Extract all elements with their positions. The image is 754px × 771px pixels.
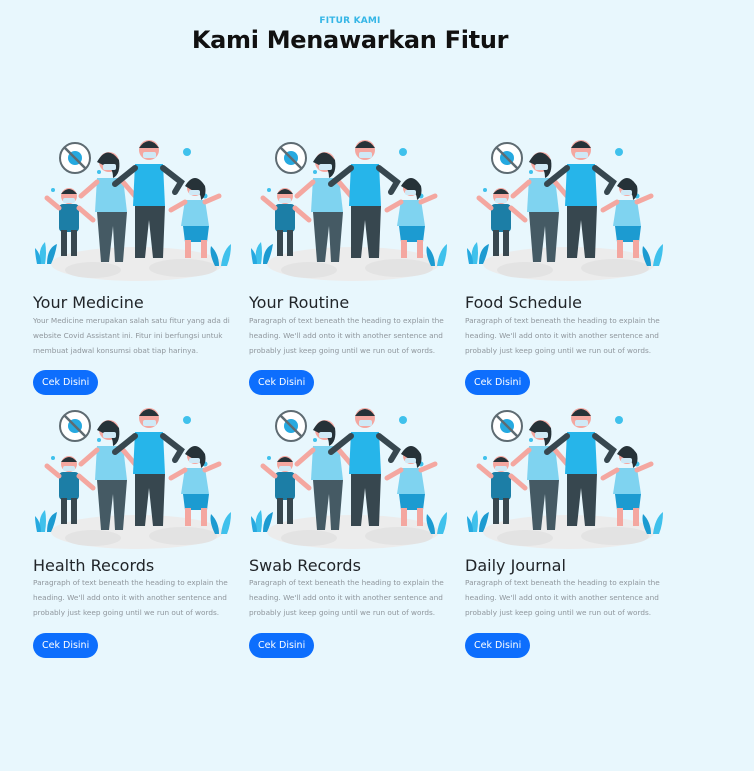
cek-disini-button[interactable]: Cek Disini	[249, 633, 315, 658]
cek-disini-button[interactable]: Cek Disini	[465, 633, 531, 658]
section-heading: Kami Menawarkan Fitur	[191, 26, 509, 54]
section-eyebrow: FITUR KAMI	[319, 16, 381, 26]
feature-card: Health Records Paragraph of text beneath…	[33, 408, 243, 658]
card-description: Paragraph of text beneath the heading to…	[33, 578, 228, 617]
card-description: Paragraph of text beneath the heading to…	[249, 316, 444, 355]
feature-card: Daily Journal Paragraph of text beneath …	[465, 408, 675, 658]
card-title: Swab Records	[249, 556, 361, 575]
cek-disini-button[interactable]: Cek Disini	[33, 633, 99, 658]
family-masks-illustration	[33, 140, 241, 288]
feature-card: Swab Records Paragraph of text beneath t…	[249, 408, 459, 658]
card-title: Your Routine	[249, 293, 350, 312]
card-title: Food Schedule	[465, 293, 582, 312]
cek-disini-button[interactable]: Cek Disini	[465, 370, 531, 395]
card-title: Your Medicine	[33, 293, 144, 312]
feature-card: Your Routine Paragraph of text beneath t…	[249, 140, 459, 395]
card-title: Daily Journal	[465, 556, 566, 575]
card-description: Paragraph of text beneath the heading to…	[465, 316, 660, 355]
family-masks-illustration	[465, 140, 673, 288]
family-masks-illustration	[249, 408, 457, 556]
card-title: Health Records	[33, 556, 155, 575]
family-masks-illustration	[249, 140, 457, 288]
family-masks-illustration	[33, 408, 241, 556]
feature-card: Your Medicine Your Medicine merupakan sa…	[33, 140, 243, 395]
cek-disini-button[interactable]: Cek Disini	[33, 370, 99, 395]
cek-disini-button[interactable]: Cek Disini	[249, 370, 315, 395]
card-description: Your Medicine merupakan salah satu fitur…	[33, 316, 230, 355]
card-description: Paragraph of text beneath the heading to…	[465, 578, 660, 617]
family-masks-illustration	[465, 408, 673, 556]
feature-card: Food Schedule Paragraph of text beneath …	[465, 140, 675, 395]
card-description: Paragraph of text beneath the heading to…	[249, 578, 444, 617]
